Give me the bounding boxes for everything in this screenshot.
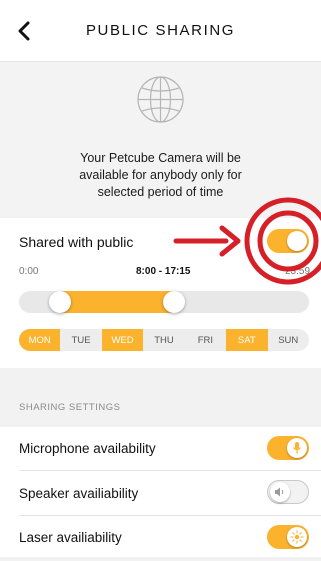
row-divider: [19, 515, 321, 516]
shared-with-public-label: Shared with public: [19, 234, 134, 250]
globe-icon: [136, 75, 185, 124]
time-end-label: 23:59: [285, 266, 311, 277]
row-divider: [19, 470, 321, 471]
speaker-icon: [270, 482, 290, 502]
laser-icon: [287, 527, 307, 547]
range-end-handle[interactable]: [163, 291, 185, 313]
day-fri[interactable]: FRI: [185, 329, 226, 351]
day-thu[interactable]: THU: [143, 329, 184, 351]
speaker-availability-toggle[interactable]: [267, 480, 309, 504]
day-sat[interactable]: SAT: [226, 329, 268, 351]
microphone-availability-label: Microphone availability: [19, 441, 156, 456]
range-start-handle[interactable]: [49, 291, 71, 313]
time-start-label: 0:00: [19, 266, 39, 277]
day-sun[interactable]: SUN: [268, 329, 309, 351]
speaker-availability-label: Speaker availiability: [19, 486, 139, 501]
toggle-thumb: [287, 231, 307, 251]
day-tue[interactable]: TUE: [60, 329, 101, 351]
microphone-availability-toggle[interactable]: [267, 436, 309, 460]
time-range-label: 8:00 - 17:15: [136, 266, 191, 277]
time-range-fill: [59, 291, 173, 313]
sharing-description: Your Petcube Camera will be available fo…: [79, 151, 242, 199]
day-selector: MON TUE WED THU FRI SAT SUN: [19, 329, 309, 351]
laser-availability-label: Laser availiability: [19, 530, 122, 545]
microphone-icon: [287, 438, 307, 458]
shared-with-public-toggle[interactable]: [267, 229, 309, 253]
laser-availability-toggle[interactable]: [267, 525, 309, 549]
page-title: PUBLIC SHARING: [85, 22, 236, 39]
day-mon[interactable]: MON: [19, 329, 61, 351]
section-heading: SHARING SETTINGS: [19, 402, 121, 413]
day-wed[interactable]: WED: [101, 329, 144, 351]
